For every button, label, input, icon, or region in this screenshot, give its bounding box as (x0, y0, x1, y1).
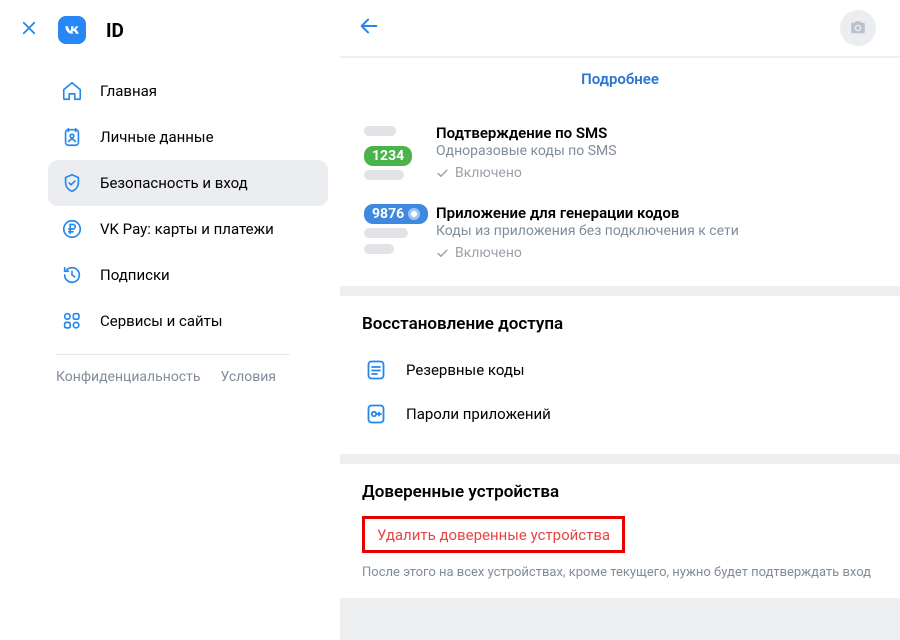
sidebar-item-personal[interactable]: Личные данные (48, 114, 328, 160)
sidebar-item-home[interactable]: Главная (48, 68, 328, 114)
sidebar-item-label: Личные данные (100, 128, 214, 146)
method-subtitle: Одноразовые коды по SMS (436, 143, 878, 159)
sidebar-item-vkpay[interactable]: VK Pay: карты и платежи (48, 206, 328, 252)
app-passwords-icon (362, 400, 390, 428)
terms-link[interactable]: Условия (220, 369, 276, 385)
card-trusted-devices: Доверенные устройства Удалить доверенные… (340, 464, 900, 598)
privacy-link[interactable]: Конфиденциальность (56, 369, 200, 385)
section-title: Доверенные устройства (362, 482, 878, 502)
vk-logo (58, 16, 86, 44)
back-icon[interactable] (358, 15, 380, 41)
delete-trusted-link[interactable]: Удалить доверенные устройства (377, 526, 610, 544)
main-column: Подробнее 1234 Подтверждение по SMS Одно… (340, 0, 900, 640)
method-sms[interactable]: 1234 Подтверждение по SMS Одноразовые ко… (362, 116, 878, 188)
ruble-icon (60, 217, 84, 241)
services-icon (60, 309, 84, 333)
method-title: Подтверждение по SMS (436, 124, 878, 142)
row-label: Пароли приложений (406, 405, 551, 423)
sidebar: ID Главная Личные данные Безопасность и … (0, 0, 340, 640)
close-icon[interactable] (20, 19, 38, 41)
main-header (340, 0, 900, 56)
delete-trusted-highlight: Удалить доверенные устройства (362, 516, 625, 553)
method-subtitle: Коды из приложения без подключения к сет… (436, 223, 878, 239)
sidebar-item-label: Подписки (100, 266, 170, 284)
sidebar-item-label: Сервисы и сайты (100, 312, 223, 330)
card-methods: Подробнее 1234 Подтверждение по SMS Одно… (340, 58, 900, 286)
personal-data-icon (60, 125, 84, 149)
method-status: Включено (436, 165, 878, 181)
sidebar-nav: Главная Личные данные Безопасность и вхо… (0, 62, 340, 344)
backup-codes-icon (362, 356, 390, 384)
sms-badge-icon: 1234 (362, 124, 420, 182)
sidebar-item-label: VK Pay: карты и платежи (100, 220, 274, 238)
sidebar-item-security[interactable]: Безопасность и вход (48, 160, 328, 206)
trusted-devices-note: После этого на всех устройствах, кроме т… (362, 565, 878, 580)
checkmark-icon (436, 167, 449, 180)
method-codegen-app[interactable]: 9876 Приложение для генерации кодов Коды… (362, 196, 878, 268)
shield-icon (60, 171, 84, 195)
checkmark-icon (436, 247, 449, 260)
method-status: Включено (436, 245, 878, 261)
row-app-passwords[interactable]: Пароли приложений (362, 392, 878, 436)
sidebar-footer: Конфиденциальность Условия (0, 369, 340, 385)
sidebar-item-subscriptions[interactable]: Подписки (48, 252, 328, 298)
sidebar-item-label: Главная (100, 82, 157, 100)
sidebar-item-services[interactable]: Сервисы и сайты (48, 298, 328, 344)
row-backup-codes[interactable]: Резервные коды (362, 348, 878, 392)
app-badge-icon: 9876 (362, 204, 420, 262)
row-label: Резервные коды (406, 361, 525, 379)
more-link[interactable]: Подробнее (362, 66, 878, 90)
home-icon (60, 79, 84, 103)
divider (56, 354, 290, 355)
id-label: ID (106, 19, 124, 42)
sidebar-item-label: Безопасность и вход (100, 174, 248, 192)
method-title: Приложение для генерации кодов (436, 204, 878, 222)
section-title: Восстановление доступа (362, 314, 878, 334)
card-recovery: Восстановление доступа Резервные коды Па… (340, 296, 900, 454)
subscriptions-icon (60, 263, 84, 287)
avatar[interactable] (840, 10, 876, 46)
